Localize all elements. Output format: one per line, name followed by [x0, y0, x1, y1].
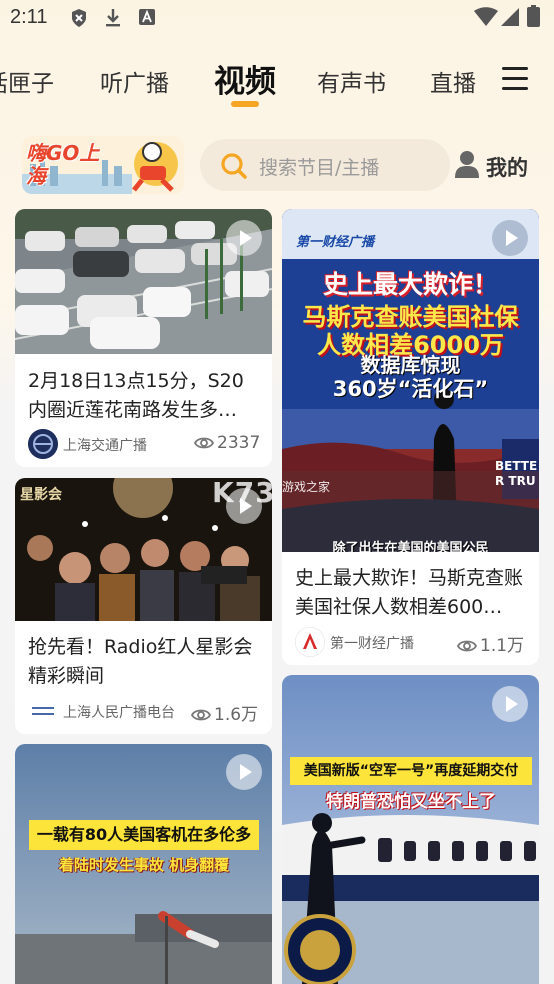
- video-card-radio-stars[interactable]: 星影会 抢先看！Radio红人星影会精彩瞬间 上海人民广播电台 1.6万: [15, 478, 272, 734]
- play-button[interactable]: [226, 754, 262, 790]
- signal-icon: [501, 8, 519, 26]
- shield-icon: [72, 9, 86, 27]
- status-time: 2:11: [10, 6, 48, 28]
- video-thumbnail: 第一财经广播 史上最大欺诈！ 马斯克查账美国社保 人数相差6000万 数据库惊现…: [282, 209, 539, 552]
- tab-audiobook[interactable]: 有声书: [317, 64, 386, 98]
- thumb-headline-2: 着陆时发生事故 机身翻覆: [58, 856, 230, 874]
- video-thumbnail: 一载有80人美国客机在多伦多 着陆时发生事故 机身翻覆: [15, 744, 272, 984]
- source-name: 上海人民广播电台: [63, 705, 175, 721]
- thumb-headline-1: 史上最大欺诈！: [322, 270, 498, 299]
- view-count-value: 2337: [217, 433, 261, 453]
- download-icon: [106, 9, 120, 27]
- video-title: 史上最大欺诈！马斯克查账美国社保人数相差600…: [295, 567, 524, 618]
- eye-icon: [457, 640, 477, 652]
- hi-go-shanghai-logo[interactable]: 嗨GO上海: [22, 136, 184, 194]
- user-icon: [455, 151, 479, 178]
- category-tabs: 话匣子 听广播 视频 有声书 直播: [0, 52, 554, 112]
- tab-video[interactable]: 视频: [214, 56, 276, 101]
- thumb-caption: 除了出生在美国的美国公民: [332, 541, 489, 552]
- tab-live[interactable]: 直播: [430, 64, 476, 98]
- view-count-value: 1.1万: [480, 636, 525, 656]
- play-button[interactable]: [492, 686, 528, 722]
- thumb-headline-2: 特朗普恐怕又坐不上了: [326, 792, 496, 812]
- play-button[interactable]: [492, 220, 528, 256]
- video-card-toronto-plane[interactable]: 一载有80人美国客机在多伦多 着陆时发生事故 机身翻覆: [15, 744, 272, 984]
- logo-text: 嗨GO上海: [26, 141, 100, 188]
- thumb-brand: 第一财经广播: [296, 235, 375, 250]
- battery-icon: [527, 5, 540, 27]
- video-thumbnail: [15, 209, 272, 354]
- search-input[interactable]: 搜索节目/主播: [200, 139, 450, 191]
- video-card-air-force-one[interactable]: 美国新版“空军一号”再度延期交付 特朗普恐怕又坐不上了: [282, 675, 539, 984]
- thumb-headline-1: 一载有80人美国客机在多伦多: [29, 820, 259, 850]
- view-count: 1.6万: [191, 700, 258, 725]
- watermark-sub: 游戏之家: [282, 480, 331, 494]
- video-title: 2月18日13点15分，S20内圈近莲花南路发生多…: [28, 370, 244, 421]
- source-name: 上海交通广播: [63, 438, 147, 454]
- active-tab-indicator: [231, 101, 259, 107]
- tab-listen-radio[interactable]: 听广播: [100, 64, 169, 98]
- status-bar: 2:11: [0, 0, 554, 38]
- watermark-brand: K73: [212, 476, 276, 509]
- thumb-sign: 星影会: [20, 487, 62, 503]
- source-avatar: [28, 696, 58, 726]
- play-button[interactable]: [226, 220, 262, 256]
- eye-icon: [191, 709, 211, 721]
- search-icon: [221, 153, 247, 179]
- search-placeholder: 搜索节目/主播: [259, 157, 380, 179]
- video-title: 抢先看！Radio红人星影会精彩瞬间: [28, 636, 253, 687]
- eye-icon: [194, 437, 214, 449]
- thumb-sign: BETTER TRU: [495, 459, 538, 488]
- font-icon: [139, 9, 155, 25]
- source-name: 第一财经广播: [330, 636, 414, 652]
- view-count: 2337: [194, 433, 260, 453]
- source-avatar: [295, 627, 325, 657]
- view-count: 1.1万: [457, 631, 524, 656]
- thumb-headline-1: 美国新版“空军一号”再度延期交付: [290, 757, 532, 785]
- tab-huaxiazi[interactable]: 话匣子: [0, 64, 54, 98]
- video-card-musk-social-security[interactable]: 第一财经广播 史上最大欺诈！ 马斯克查账美国社保 人数相差6000万 数据库惊现…: [282, 209, 539, 665]
- video-card-traffic-accident[interactable]: 2月18日13点15分，S20内圈近莲花南路发生多… 上海交通广播 2337: [15, 209, 272, 467]
- wifi-icon: [474, 7, 498, 26]
- my-profile-label: 我的: [486, 156, 528, 180]
- source-avatar: [28, 429, 58, 459]
- thumb-headline-5: 360岁“活化石”: [332, 377, 489, 401]
- video-thumbnail: 美国新版“空军一号”再度延期交付 特朗普恐怕又坐不上了: [282, 675, 539, 984]
- view-count-value: 1.6万: [214, 705, 259, 725]
- menu-icon[interactable]: [502, 67, 528, 91]
